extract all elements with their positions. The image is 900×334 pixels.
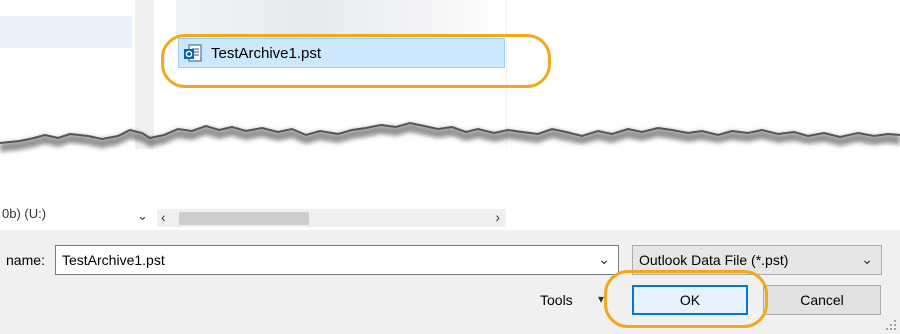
file-name-label: name: <box>6 252 45 268</box>
file-type-select[interactable]: Outlook Data File (*.pst) ⌄ <box>632 245 882 275</box>
save-dialog-screenshot: TestArchive1.pst 0b) (U:) ⌄ ‹ › name: Te… <box>0 0 900 334</box>
outlook-data-file-icon <box>184 44 202 62</box>
scrollbar-thumb[interactable] <box>179 212 309 225</box>
file-list-blurred-area <box>176 0 506 38</box>
file-name-input[interactable]: TestArchive1.pst ⌄ <box>55 245 619 275</box>
tools-button[interactable]: Tools ▾ <box>530 289 615 313</box>
cancel-button[interactable]: Cancel <box>763 285 881 315</box>
drive-label: 0b) (U:) <box>2 206 47 221</box>
file-type-value: Outlook Data File (*.pst) <box>639 252 789 268</box>
tools-label: Tools <box>540 292 573 308</box>
chevron-down-icon[interactable]: ⌄ <box>137 208 148 224</box>
chevron-down-icon: ▾ <box>598 292 605 306</box>
navigation-selected-item[interactable] <box>0 16 132 48</box>
torn-edge-separator <box>0 121 900 195</box>
ok-button[interactable]: OK <box>632 285 748 315</box>
file-list-item[interactable]: TestArchive1.pst <box>178 38 505 68</box>
scroll-left-icon[interactable]: ‹ <box>161 209 166 225</box>
chevron-down-icon[interactable]: ⌄ <box>598 251 610 268</box>
resize-grip-icon[interactable] <box>884 318 898 332</box>
scroll-right-icon[interactable]: › <box>495 209 500 225</box>
file-name-value[interactable]: TestArchive1.pst <box>62 252 165 268</box>
file-name-label: TestArchive1.pst <box>211 44 322 62</box>
chevron-down-icon[interactable]: ⌄ <box>861 251 873 268</box>
horizontal-scrollbar[interactable]: ‹ › <box>157 209 506 227</box>
